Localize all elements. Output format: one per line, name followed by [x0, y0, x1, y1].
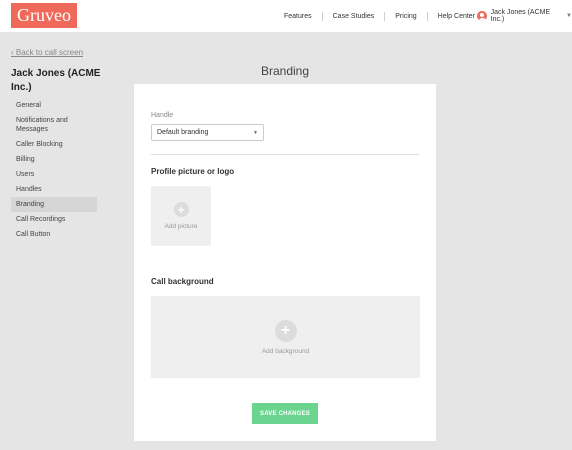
- save-changes-button[interactable]: SAVE CHANGES: [252, 403, 318, 424]
- call-background-title: Call background: [151, 277, 214, 286]
- settings-menu: General Notifications and Messages Calle…: [11, 98, 97, 242]
- chevron-down-icon: ▼: [253, 129, 258, 136]
- sidebar-item-branding[interactable]: Branding: [11, 197, 97, 212]
- sidebar-item-call-button[interactable]: Call Button: [11, 227, 97, 242]
- chevron-down-icon: ▼: [566, 13, 572, 19]
- divider: [151, 154, 419, 155]
- gruveo-logo[interactable]: Gruveo: [11, 3, 77, 28]
- sidebar-item-caller-blocking[interactable]: Caller Blocking: [11, 137, 97, 152]
- add-picture-label: Add picture: [164, 223, 198, 230]
- branding-card: Handle Default branding ▼ Profile pictur…: [134, 84, 436, 441]
- sidebar-item-users[interactable]: Users: [11, 167, 97, 182]
- sidebar-item-general[interactable]: General: [11, 98, 97, 113]
- back-to-call-screen-link[interactable]: ‹ Back to call screen: [11, 48, 83, 57]
- top-bar: Gruveo Features Case Studies Pricing Hel…: [0, 0, 572, 32]
- profile-picture-title: Profile picture or logo: [151, 167, 235, 176]
- add-background-dropzone[interactable]: + Add background: [151, 296, 420, 378]
- sidebar-item-handles[interactable]: Handles: [11, 182, 97, 197]
- handle-select[interactable]: Default branding ▼: [151, 124, 264, 141]
- plus-icon: +: [274, 319, 297, 342]
- handle-selected-value: Default branding: [157, 129, 209, 136]
- account-name: Jack Jones (ACME Inc.): [11, 68, 101, 93]
- top-nav: Features Case Studies Pricing Help Cente…: [274, 0, 485, 32]
- sidebar-item-billing[interactable]: Billing: [11, 152, 97, 167]
- nav-pricing[interactable]: Pricing: [385, 13, 426, 20]
- add-picture-dropzone[interactable]: + Add picture: [151, 186, 211, 246]
- page-title: Branding: [260, 64, 310, 78]
- sidebar-item-notifications[interactable]: Notifications and Messages: [11, 113, 97, 137]
- user-menu[interactable]: Jack Jones (ACME Inc.) ▼: [477, 0, 572, 32]
- nav-features[interactable]: Features: [274, 13, 322, 20]
- plus-icon: +: [173, 202, 189, 217]
- user-avatar-icon: [477, 11, 487, 21]
- add-background-label: Add background: [261, 347, 310, 355]
- sidebar-item-call-recordings[interactable]: Call Recordings: [11, 212, 97, 227]
- user-name: Jack Jones (ACME Inc.): [490, 9, 551, 23]
- handle-label: Handle: [151, 112, 174, 119]
- nav-case-studies[interactable]: Case Studies: [323, 13, 385, 20]
